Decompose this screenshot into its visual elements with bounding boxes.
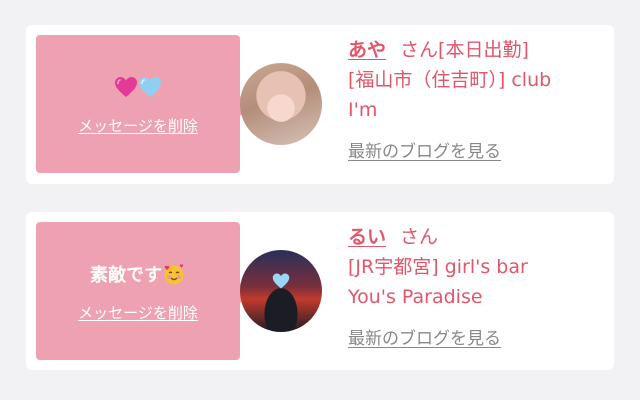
bubble-message-text: 素敵です [90, 264, 162, 286]
shop-name-line2: You's Paradise [348, 286, 483, 308]
smiling-face-with-hearts-icon [162, 262, 186, 286]
shop-name: [福山市（住吉町）] club I'm [348, 65, 608, 125]
message-bubble: メッセージを削除 [36, 35, 250, 173]
message-card: 素敵です メッセージを削除 るい さん [JR宇都宮] girl's bar Y… [26, 212, 614, 370]
shop-name-line2: I'm [348, 99, 378, 121]
light-blue-heart-icon [138, 76, 162, 98]
work-status: [本日出勤] [438, 39, 529, 61]
cast-info: あや さん[本日出勤] [福山市（住吉町）] club I'm 最新のブログを見る [348, 35, 608, 167]
bubble-message: 素敵です [90, 260, 186, 288]
delete-message-link[interactable]: メッセージを削除 [78, 115, 198, 136]
blue-heart-icon [272, 272, 290, 290]
cast-name-link[interactable]: あや [348, 39, 386, 61]
avatar[interactable] [240, 63, 322, 145]
delete-message-link[interactable]: メッセージを削除 [78, 302, 198, 323]
bubble-message [114, 73, 162, 101]
cast-name-link[interactable]: るい [348, 226, 386, 248]
honorific: さん [400, 226, 439, 248]
shop-name-line1: [福山市（住吉町）] club [348, 69, 552, 91]
latest-blog-link[interactable]: 最新のブログを見る [348, 324, 501, 354]
latest-blog-link[interactable]: 最新のブログを見る [348, 137, 501, 167]
shop-name-line1: [JR宇都宮] girl's bar [348, 256, 528, 278]
honorific: さん [400, 39, 439, 61]
name-line: るい さん [348, 222, 608, 252]
message-bubble: 素敵です メッセージを削除 [36, 222, 250, 360]
shop-name: [JR宇都宮] girl's bar You's Paradise [348, 252, 608, 312]
message-card: メッセージを削除 あや さん[本日出勤] [福山市（住吉町）] club I'm … [26, 25, 614, 184]
pink-heart-icon [114, 76, 138, 98]
name-line: あや さん[本日出勤] [348, 35, 608, 65]
cast-info: るい さん [JR宇都宮] girl's bar You's Paradise 最… [348, 222, 608, 354]
avatar[interactable] [240, 250, 322, 332]
